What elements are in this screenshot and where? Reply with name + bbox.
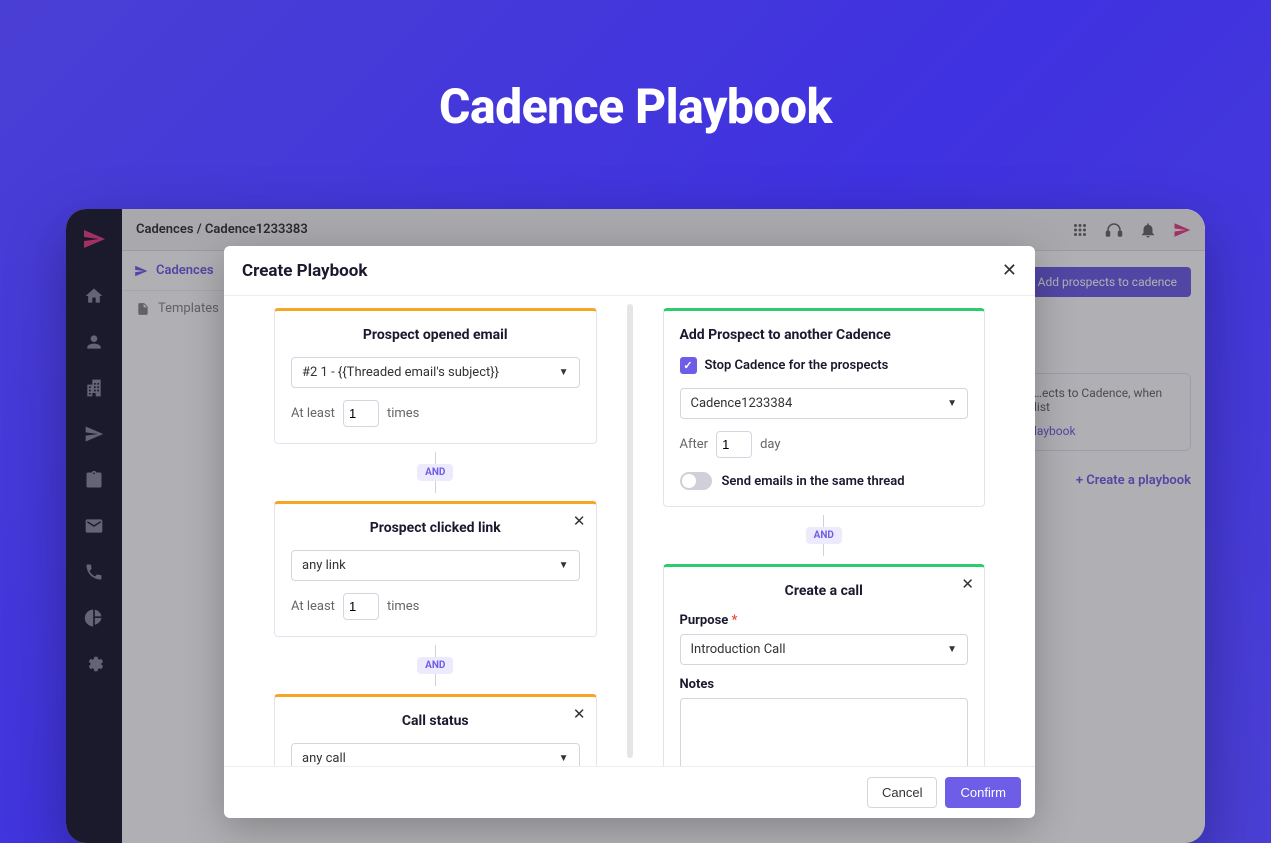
notes-textarea[interactable] — [680, 698, 969, 766]
and-connector: AND — [274, 637, 597, 694]
after-label: After — [680, 437, 709, 452]
cancel-button[interactable]: Cancel — [867, 777, 937, 808]
card-title: Call status — [291, 713, 580, 729]
purpose-label: Purpose * — [680, 613, 969, 628]
card-close-button[interactable]: ✕ — [961, 575, 974, 593]
action-add-cadence-card: Add Prospect to another Cadence ✓ Stop C… — [663, 308, 986, 507]
link-select[interactable]: any link▼ — [291, 550, 580, 581]
card-title: Create a call — [680, 583, 969, 599]
card-title: Add Prospect to another Cadence — [680, 327, 969, 343]
page-title: Cadence Playbook — [0, 0, 1271, 135]
at-least-label: At least — [291, 406, 335, 421]
card-close-button[interactable]: ✕ — [573, 705, 586, 723]
day-label: day — [760, 437, 780, 452]
times-input[interactable] — [343, 400, 379, 427]
actions-column: Add Prospect to another Cadence ✓ Stop C… — [633, 296, 1036, 766]
triggers-column: Prospect opened email #2 1 - {{Threaded … — [224, 296, 627, 766]
stop-cadence-checkbox[interactable]: ✓ — [680, 357, 697, 374]
and-connector: AND — [663, 507, 986, 564]
modal-close-button[interactable]: ✕ — [1002, 260, 1017, 281]
trigger-clicked-link-card: ✕ Prospect clicked link any link▼ At lea… — [274, 501, 597, 637]
and-connector: AND — [274, 444, 597, 501]
after-days-input[interactable] — [716, 431, 752, 458]
cadence-select[interactable]: Cadence1233384▼ — [680, 388, 969, 419]
same-thread-label: Send emails in the same thread — [722, 474, 905, 489]
purpose-select[interactable]: Introduction Call▼ — [680, 634, 969, 665]
card-title: Prospect opened email — [291, 327, 580, 343]
call-select[interactable]: any call▼ — [291, 743, 580, 766]
confirm-button[interactable]: Confirm — [945, 777, 1021, 808]
action-create-call-card: ✕ Create a call Purpose * Introduction C… — [663, 564, 986, 766]
trigger-opened-email-card: Prospect opened email #2 1 - {{Threaded … — [274, 308, 597, 444]
app-frame: Cadences / Cadence1233383 Cadences Templ… — [66, 209, 1205, 843]
notes-label: Notes — [680, 677, 969, 692]
create-playbook-modal: Create Playbook ✕ Prospect opened email … — [224, 246, 1035, 818]
card-title: Prospect clicked link — [291, 520, 580, 536]
times-input[interactable] — [343, 593, 379, 620]
trigger-call-status-card: ✕ Call status any call▼ Answered▼ — [274, 694, 597, 766]
stop-cadence-label: Stop Cadence for the prospects — [705, 358, 889, 373]
at-least-label: At least — [291, 599, 335, 614]
modal-title: Create Playbook — [242, 261, 367, 281]
card-close-button[interactable]: ✕ — [573, 512, 586, 530]
same-thread-toggle[interactable] — [680, 472, 712, 490]
times-label: times — [387, 406, 419, 421]
email-select[interactable]: #2 1 - {{Threaded email's subject}}▼ — [291, 357, 580, 388]
times-label: times — [387, 599, 419, 614]
